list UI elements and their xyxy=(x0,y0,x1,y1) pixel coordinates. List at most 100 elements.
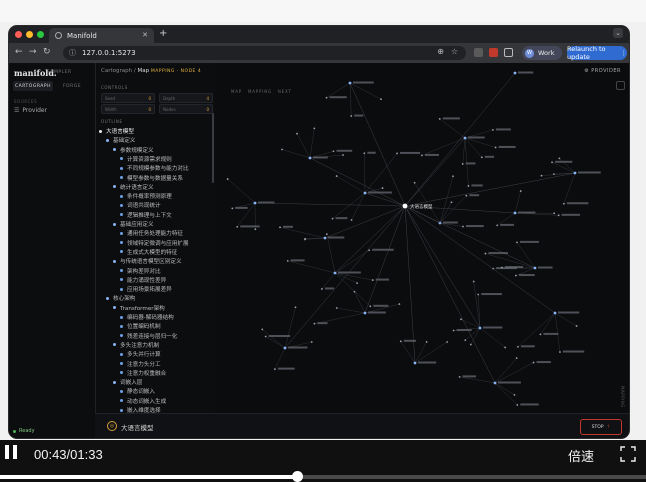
outline-node[interactable]: 通用任务处理能力特征 xyxy=(120,229,183,237)
graph-node[interactable] xyxy=(452,175,454,178)
graph-node[interactable] xyxy=(308,156,312,160)
outline-node[interactable]: 大语言模型 xyxy=(99,127,134,135)
graph-node[interactable] xyxy=(333,271,337,275)
graph-node[interactable] xyxy=(399,340,402,343)
graph-node[interactable] xyxy=(294,306,297,309)
graph-node[interactable] xyxy=(381,187,384,189)
outline-scrollbar[interactable] xyxy=(212,113,214,183)
bookmark-star-icon[interactable]: ☆ xyxy=(451,47,458,56)
graph-node[interactable] xyxy=(553,212,556,215)
graph-node[interactable] xyxy=(350,219,353,221)
outline-node[interactable]: 词嵌入层 xyxy=(113,378,142,386)
graph-node[interactable] xyxy=(226,178,229,180)
graph-node[interactable] xyxy=(558,157,561,160)
graph-node[interactable] xyxy=(420,154,423,157)
mode-cartograph-button[interactable]: CARTOGRAPH xyxy=(13,81,53,91)
graph-node[interactable] xyxy=(553,311,557,315)
graph-node[interactable] xyxy=(335,175,338,177)
maximize-window-button[interactable] xyxy=(37,31,44,38)
outline-node[interactable]: 领域特定微调与应用扩展 xyxy=(120,239,189,247)
outline-node[interactable]: 模型参数与数据量关系 xyxy=(120,174,183,182)
graph-node[interactable] xyxy=(514,274,517,277)
graph-node[interactable] xyxy=(303,238,306,241)
outline-node[interactable]: 架构差异对比 xyxy=(120,267,161,275)
graph-node[interactable] xyxy=(513,211,517,215)
mode-forge-button[interactable]: FORGE xyxy=(55,81,89,91)
graph-node[interactable] xyxy=(516,241,518,244)
graph-node[interactable] xyxy=(462,225,464,228)
graph-node[interactable] xyxy=(513,393,516,396)
graph-node[interactable] xyxy=(348,81,352,85)
graph-node[interactable] xyxy=(504,346,507,349)
graph-node[interactable] xyxy=(254,228,257,231)
extension-red-icon[interactable] xyxy=(489,48,498,57)
graph-node[interactable] xyxy=(283,346,287,350)
graph-node[interactable] xyxy=(380,98,382,101)
graph-node[interactable] xyxy=(325,96,328,99)
new-tab-icon[interactable]: + xyxy=(159,28,167,39)
extension-icon[interactable] xyxy=(474,48,483,57)
outline-node[interactable]: 基础定义 xyxy=(106,136,135,144)
graph-node[interactable] xyxy=(321,288,323,290)
graph-node[interactable] xyxy=(452,329,455,332)
graph-node[interactable] xyxy=(236,226,239,228)
control-field[interactable]: Seed 0 xyxy=(101,93,155,103)
graph-node[interactable] xyxy=(465,194,468,197)
close-tab-icon[interactable]: ✕ xyxy=(142,31,148,39)
outline-node[interactable]: 应用场景拓展差异 xyxy=(120,285,172,293)
site-info-icon[interactable]: ⓘ xyxy=(69,48,76,58)
relaunch-button[interactable]: Relaunch to update ⋮ xyxy=(567,45,627,61)
tab-search-icon[interactable]: ⌄ xyxy=(613,28,623,38)
outline-node[interactable]: 基础应用定义 xyxy=(113,220,154,228)
outline-node[interactable]: 多头注意力机制 xyxy=(113,341,159,349)
graph-node[interactable] xyxy=(323,236,327,240)
graph-node[interactable] xyxy=(281,148,283,151)
graph-node[interactable] xyxy=(480,156,483,159)
outline-node[interactable]: 残差连接与层归一化 xyxy=(120,332,177,340)
outline-node[interactable]: Transformer架构 xyxy=(113,304,165,312)
graph-node[interactable] xyxy=(477,293,480,296)
graph-node[interactable] xyxy=(279,226,281,229)
outline-node[interactable]: 条件概率预测原理 xyxy=(120,192,172,200)
graph-node[interactable] xyxy=(463,136,467,140)
graph-node[interactable] xyxy=(413,181,416,184)
graph-node[interactable] xyxy=(286,259,289,262)
graph-node[interactable] xyxy=(557,214,560,217)
graph-node[interactable] xyxy=(469,343,472,346)
graph-node[interactable] xyxy=(368,249,371,252)
graph-node[interactable] xyxy=(413,361,417,365)
graph-node[interactable] xyxy=(493,381,497,385)
extensions-puzzle-icon[interactable] xyxy=(504,48,513,57)
graph-node[interactable] xyxy=(478,326,482,330)
outline-node[interactable]: 能力涌现性差异 xyxy=(120,276,166,284)
graph-node[interactable] xyxy=(496,224,499,227)
graph-node[interactable] xyxy=(460,318,462,321)
control-field[interactable]: Depth 4 xyxy=(159,93,213,103)
outline-node[interactable]: 静态词嵌入 xyxy=(120,387,155,395)
outline-node[interactable]: 与传统语言模型区别定义 xyxy=(113,257,182,265)
stop-button[interactable]: STOP ↑ xyxy=(580,419,622,435)
graph-node[interactable] xyxy=(540,174,543,177)
graph-node[interactable] xyxy=(501,266,503,269)
outline-node[interactable]: 编码器-解码器结构 xyxy=(120,313,174,321)
graph-node[interactable] xyxy=(484,252,487,255)
graph-node[interactable] xyxy=(559,351,561,353)
browser-tab[interactable]: Manifold ✕ xyxy=(49,28,154,43)
graph-node[interactable] xyxy=(332,150,335,153)
control-field[interactable]: Width 0 xyxy=(101,104,155,114)
outline-node[interactable]: 不同规模参数与能力对比 xyxy=(120,164,189,172)
graph-node[interactable] xyxy=(274,368,276,371)
graph-node[interactable] xyxy=(519,190,522,192)
minimize-window-button[interactable] xyxy=(26,31,33,38)
speed-button[interactable]: 倍速 xyxy=(568,446,594,465)
graph-node[interactable] xyxy=(450,201,453,204)
graph-node[interactable] xyxy=(335,307,338,309)
graph-node[interactable] xyxy=(363,191,367,195)
graph-node[interactable] xyxy=(264,335,267,338)
graph-node[interactable] xyxy=(562,202,565,205)
graph-node[interactable] xyxy=(325,233,328,236)
graph-node[interactable] xyxy=(472,280,475,283)
control-field[interactable]: Nodes 0 xyxy=(159,104,213,114)
outline-node[interactable]: 核心架构 xyxy=(106,294,135,302)
graph-node[interactable] xyxy=(573,171,577,175)
